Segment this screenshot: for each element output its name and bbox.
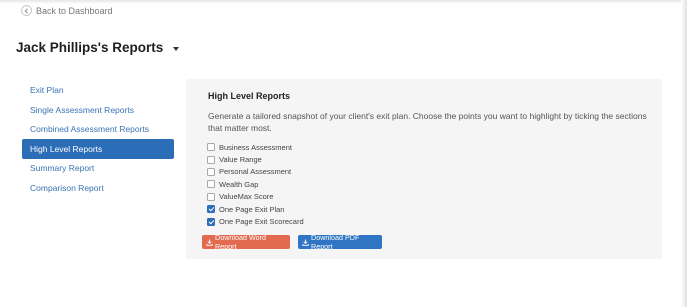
checkbox-box-checked[interactable] (207, 217, 215, 226)
checkbox-value-range[interactable]: Value Range (207, 153, 304, 165)
page-title-row: Jack Phillips's Reports (16, 40, 180, 55)
checkbox-label: Personal Assessment (219, 167, 292, 177)
checkbox-label: ValueMax Score (219, 192, 274, 202)
checkbox-box[interactable] (207, 155, 215, 164)
caret-down-icon[interactable] (173, 46, 180, 51)
panel-description: Generate a tailored snapshot of your cli… (208, 111, 647, 133)
checkbox-label: Value Range (219, 155, 262, 165)
download-pdf-report-button[interactable]: Download PDF Report (298, 233, 382, 251)
checkbox-box[interactable] (207, 143, 215, 152)
checkbox-box[interactable] (207, 180, 215, 189)
checkbox-one-page-exit-scorecard[interactable]: One Page Exit Scorecard (207, 215, 304, 227)
checkbox-box-checked[interactable] (207, 205, 215, 214)
checkbox-personal-assessment[interactable]: Personal Assessment (207, 166, 304, 178)
nav-item-comparison-report[interactable]: Comparison Report (22, 178, 174, 198)
top-shadow (0, 0, 687, 4)
panel-title: High Level Reports (208, 91, 291, 101)
nav-item-exit-plan[interactable]: Exit Plan (22, 80, 174, 100)
download-buttons: Download Word Report Download PDF Report (202, 233, 390, 251)
checkbox-valuemax-score[interactable]: ValueMax Score (207, 191, 304, 203)
checkbox-label: Wealth Gap (219, 179, 259, 189)
back-to-dashboard-link[interactable]: Back to Dashboard (21, 5, 113, 16)
page-title: Jack Phillips's Reports (16, 40, 164, 55)
nav-item-combined-assessment-reports[interactable]: Combined Assessment Reports (22, 119, 174, 139)
right-scroll-shadow (681, 0, 687, 307)
download-word-label: Download Word Report (215, 233, 267, 251)
checkbox-business-assessment[interactable]: Business Assessment (207, 141, 304, 153)
download-icon (206, 239, 213, 246)
high-level-reports-panel: High Level Reports Generate a tailored s… (186, 79, 662, 259)
download-icon (302, 239, 309, 246)
section-checklist: Business Assessment Value Range Personal… (207, 141, 304, 228)
checkbox-label: One Page Exit Scorecard (219, 217, 304, 227)
checkbox-label: One Page Exit Plan (219, 204, 285, 214)
nav-item-summary-report[interactable]: Summary Report (22, 158, 174, 178)
back-label: Back to Dashboard (36, 5, 113, 16)
nav-item-single-assessment-reports[interactable]: Single Assessment Reports (22, 100, 174, 120)
checkbox-box[interactable] (207, 192, 215, 201)
checkbox-wealth-gap[interactable]: Wealth Gap (207, 178, 304, 190)
chevron-left-icon (21, 5, 32, 16)
checkbox-label: Business Assessment (219, 142, 292, 152)
download-word-report-button[interactable]: Download Word Report (202, 233, 290, 251)
checkbox-box[interactable] (207, 167, 215, 176)
report-type-nav: Exit Plan Single Assessment Reports Comb… (22, 80, 174, 197)
checkbox-one-page-exit-plan[interactable]: One Page Exit Plan (207, 203, 304, 215)
download-pdf-label: Download PDF Report (311, 233, 360, 251)
nav-item-high-level-reports[interactable]: High Level Reports (22, 138, 174, 159)
